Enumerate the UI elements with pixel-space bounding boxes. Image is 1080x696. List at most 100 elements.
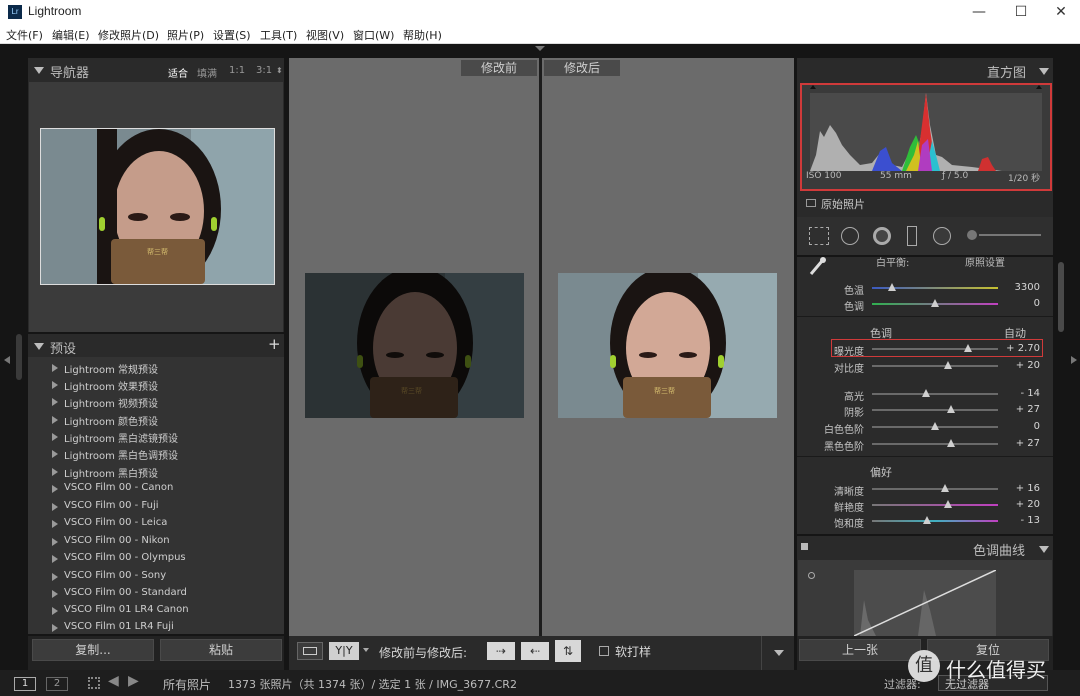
blacks-value[interactable]: + 27 (1016, 438, 1040, 449)
preset-folder[interactable]: Lightroom 常规预设 (50, 359, 280, 376)
clarity-value[interactable]: + 16 (1016, 483, 1040, 494)
saturation-value[interactable]: - 13 (1020, 515, 1040, 526)
radial-filter-icon[interactable] (933, 227, 951, 245)
red-eye-icon[interactable] (873, 227, 891, 245)
menu-develop[interactable]: 修改照片(D) (98, 27, 159, 43)
menu-window[interactable]: 窗口(W) (353, 27, 394, 43)
panel-switch-icon[interactable] (801, 543, 808, 550)
source-label[interactable]: 所有照片 (163, 676, 211, 693)
preset-folder[interactable]: VSCO Film 00 - Standard (50, 585, 280, 602)
graduated-filter-icon[interactable] (907, 226, 917, 246)
exposure-knob[interactable] (963, 344, 972, 352)
navigator-preview-area[interactable]: 帮三帮 (29, 82, 283, 332)
preset-folder[interactable]: VSCO Film 01 LR4 Canon (50, 602, 280, 619)
temperature-slider[interactable]: 色温 3300 (800, 280, 1050, 297)
copy-after-to-before-button[interactable]: ⇠ (521, 642, 549, 660)
collapse-tone-curve-icon[interactable] (1039, 546, 1049, 553)
temperature-value[interactable]: 3300 (1015, 282, 1040, 293)
highlights-knob[interactable] (922, 389, 931, 397)
highlights-slider[interactable]: 高光 - 14 (800, 386, 1050, 403)
maximize-button[interactable]: ☐ (1006, 2, 1036, 22)
menu-file[interactable]: 文件(F) (6, 27, 43, 43)
preset-folder[interactable]: Lightroom 黑白预设 (50, 463, 280, 480)
menu-view[interactable]: 视图(V) (306, 27, 344, 43)
grid-view-icon[interactable] (88, 677, 100, 689)
preset-folder[interactable]: Lightroom 黑白色调预设 (50, 445, 280, 462)
main-window-button[interactable]: 1 (14, 677, 36, 691)
zoom-fit[interactable]: 适合 (168, 65, 188, 80)
spot-removal-icon[interactable] (841, 227, 859, 245)
preset-folder[interactable]: VSCO Film 00 - Olympus (50, 550, 280, 567)
toolbar-menu-button[interactable] (761, 636, 794, 670)
shadows-slider[interactable]: 阴影 + 27 (800, 402, 1050, 419)
soft-proof-checkbox[interactable] (599, 646, 609, 656)
preset-folder[interactable]: Lightroom 黑白滤镜预设 (50, 428, 280, 445)
preset-folder[interactable]: VSCO Film 00 - Leica (50, 515, 280, 532)
wb-value-select[interactable]: 原照设置 (965, 254, 1005, 269)
crop-tool-icon[interactable] (809, 227, 829, 245)
before-photo[interactable]: 帮三帮 (305, 273, 524, 418)
menu-help[interactable]: 帮助(H) (403, 27, 442, 43)
preset-folder[interactable]: VSCO Film 01 LR4 Fuji (50, 619, 280, 634)
after-photo[interactable]: 帮三帮 (558, 273, 777, 418)
zoom-1-1[interactable]: 1:1 (229, 65, 245, 76)
original-photo-checkbox[interactable] (806, 199, 816, 207)
zoom-3-1[interactable]: 3:1 (256, 65, 272, 76)
target-adjust-icon[interactable] (808, 572, 815, 579)
exposure-value[interactable]: + 2.70 (1006, 343, 1040, 354)
left-panel-scroll-handle[interactable] (16, 334, 22, 380)
navigator-thumbnail[interactable]: 帮三帮 (40, 128, 275, 285)
close-button[interactable]: ✕ (1046, 2, 1076, 22)
whites-knob[interactable] (931, 422, 939, 430)
right-panel-scrollbar[interactable] (1058, 262, 1064, 332)
menu-edit[interactable]: 编辑(E) (52, 27, 90, 43)
paste-settings-button[interactable]: 粘贴 (160, 639, 282, 661)
white-balance-picker-icon[interactable] (808, 255, 828, 277)
preset-folder[interactable]: Lightroom 视频预设 (50, 393, 280, 410)
exposure-slider[interactable]: 曝光度 + 2.70 (800, 341, 1050, 358)
shadows-value[interactable]: + 27 (1016, 404, 1040, 415)
tone-curve-graph[interactable] (854, 570, 996, 636)
preset-folder[interactable]: VSCO Film 00 - Nikon (50, 533, 280, 550)
temperature-knob[interactable] (888, 283, 897, 291)
preset-folder[interactable]: VSCO Film 00 - Sony (50, 568, 280, 585)
clarity-slider[interactable]: 清晰度 + 16 (800, 481, 1050, 498)
preset-folder[interactable]: VSCO Film 00 - Fuji (50, 498, 280, 515)
tint-knob[interactable] (931, 299, 939, 307)
menu-tools[interactable]: 工具(T) (260, 27, 297, 43)
clarity-knob[interactable] (941, 484, 950, 492)
forward-arrow-icon[interactable]: ▶ (128, 673, 139, 689)
compare-view-mode-button[interactable]: Y|Y (329, 642, 359, 660)
blacks-knob[interactable] (947, 439, 956, 447)
back-arrow-icon[interactable]: ◀ (108, 673, 119, 689)
contrast-value[interactable]: + 20 (1016, 360, 1040, 371)
tint-slider[interactable]: 色调 0 (800, 296, 1050, 313)
vibrance-value[interactable]: + 20 (1016, 499, 1040, 510)
add-preset-button[interactable]: + (268, 335, 281, 353)
collapse-presets-icon[interactable] (34, 343, 44, 350)
preset-folder[interactable]: VSCO Film 00 - Canon (50, 480, 280, 497)
left-panel-toggle-icon[interactable] (4, 356, 10, 364)
preset-folder[interactable]: Lightroom 颜色预设 (50, 411, 280, 428)
collapse-navigator-icon[interactable] (34, 67, 44, 74)
menu-photo[interactable]: 照片(P) (167, 27, 204, 43)
contrast-slider[interactable]: 对比度 + 20 (800, 358, 1050, 375)
tint-value[interactable]: 0 (1034, 298, 1040, 309)
preset-folder[interactable]: Lightroom 效果预设 (50, 376, 280, 393)
histogram-display[interactable]: ISO 100 55 mm ƒ / 5.0 1/20 秒 (800, 83, 1052, 191)
highlights-value[interactable]: - 14 (1020, 388, 1040, 399)
secondary-window-button[interactable]: 2 (46, 677, 68, 691)
brush-size-slider[interactable] (979, 234, 1041, 236)
shadows-knob[interactable] (947, 405, 956, 413)
compare-view[interactable]: 修改前 修改后 帮三帮 帮三帮 (289, 58, 794, 636)
top-panel-toggle-icon[interactable] (535, 46, 545, 51)
copy-before-to-after-button[interactable]: ⇢ (487, 642, 515, 660)
whites-value[interactable]: 0 (1034, 421, 1040, 432)
contrast-knob[interactable] (943, 361, 952, 369)
previous-button[interactable]: 上一张 (799, 639, 921, 661)
swap-before-after-button[interactable]: ⇅ (555, 640, 581, 662)
whites-slider[interactable]: 白色色阶 0 (800, 419, 1050, 436)
menu-settings[interactable]: 设置(S) (213, 27, 251, 43)
copy-settings-button[interactable]: 复制... (32, 639, 154, 661)
vibrance-slider[interactable]: 鲜艳度 + 20 (800, 497, 1050, 514)
